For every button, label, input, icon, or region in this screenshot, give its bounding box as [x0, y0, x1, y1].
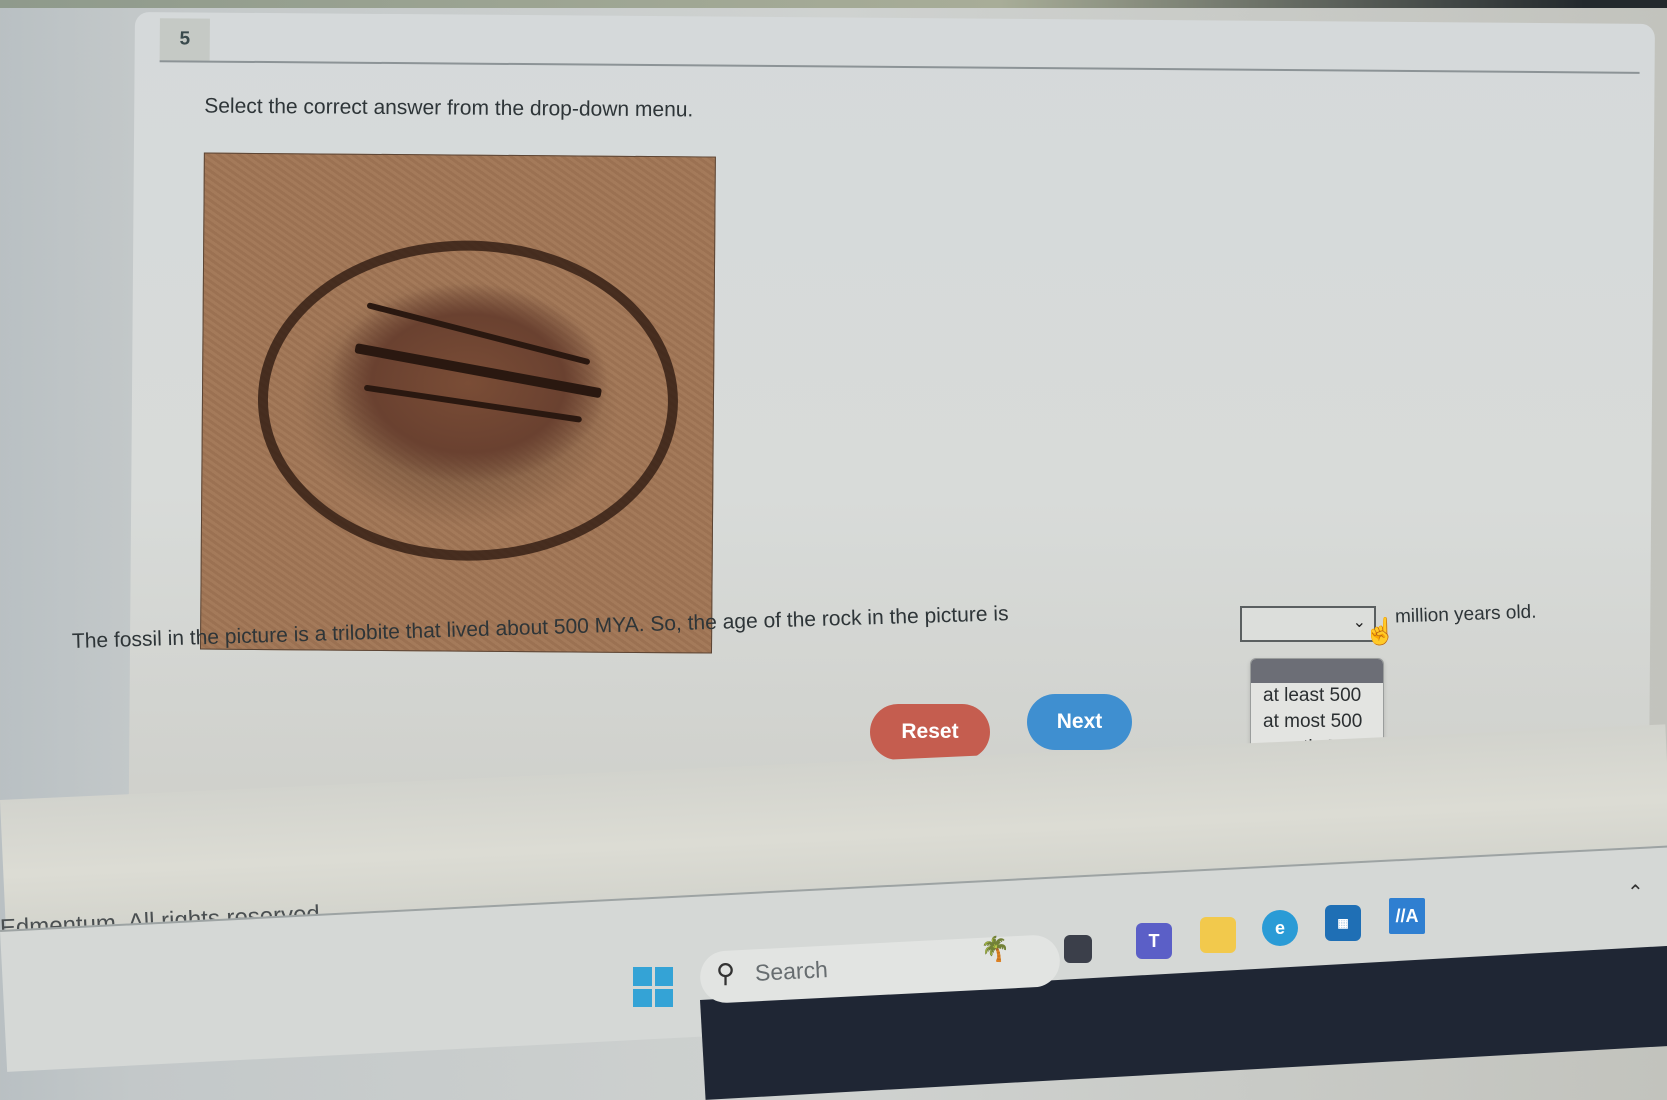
- edge-icon[interactable]: e: [1262, 910, 1298, 946]
- windows-start-icon[interactable]: [633, 967, 673, 1007]
- app-ia-icon[interactable]: //A: [1389, 898, 1425, 934]
- file-explorer-icon[interactable]: [1200, 917, 1236, 953]
- chevron-up-icon[interactable]: ⌃: [1627, 880, 1644, 905]
- question-number: 5: [159, 18, 210, 61]
- next-button[interactable]: Next: [1027, 694, 1132, 750]
- dropdown-option[interactable]: at most 500: [1251, 709, 1383, 735]
- hand-cursor-icon: ☝: [1364, 616, 1397, 646]
- question-card: 5 Select the correct answer from the dro…: [128, 12, 1655, 824]
- search-icon: ⚲: [716, 958, 736, 988]
- trilobite-fossil-image: [199, 152, 716, 654]
- taskbar-search-placeholder[interactable]: Search: [754, 956, 828, 987]
- teams-icon[interactable]: T: [1136, 923, 1172, 959]
- question-instruction: Select the correct answer from the drop-…: [204, 94, 694, 122]
- microsoft-store-icon[interactable]: ▦: [1325, 905, 1361, 941]
- monitor-top-edge: [0, 0, 1667, 8]
- answer-dropdown[interactable]: ⌄: [1240, 606, 1376, 642]
- dropdown-menu-header: [1251, 659, 1383, 683]
- reset-button[interactable]: Reset: [870, 704, 990, 760]
- question-divider: [159, 60, 1640, 74]
- widgets-beach-icon[interactable]: 🌴: [980, 935, 1010, 964]
- task-view-icon[interactable]: [1064, 935, 1092, 963]
- dropdown-option[interactable]: at least 500: [1251, 683, 1383, 709]
